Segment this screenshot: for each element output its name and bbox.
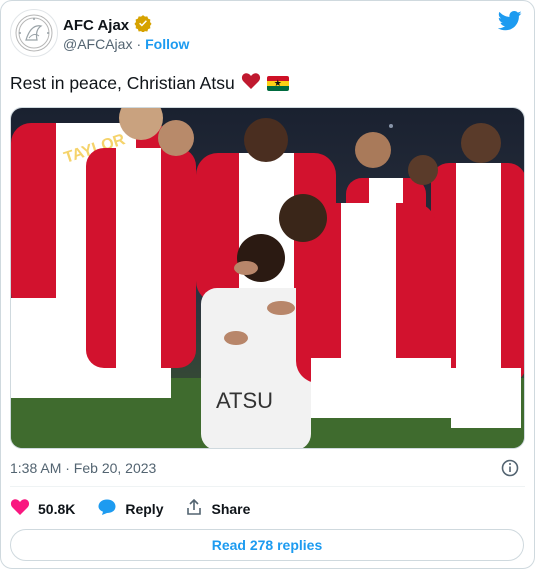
handle-row: @AFCAjax · Follow — [63, 36, 189, 52]
twitter-bird-icon[interactable] — [497, 11, 522, 36]
read-replies-button[interactable]: Read 278 replies — [10, 529, 524, 561]
handle[interactable]: @AFCAjax — [63, 36, 132, 52]
player-left-2 — [86, 120, 196, 368]
follow-button[interactable]: Follow — [145, 36, 189, 52]
share-label: Share — [211, 500, 251, 517]
timestamp[interactable]: 1:38 AM · Feb 20, 2023 — [10, 460, 156, 476]
ajax-logo-avatar[interactable] — [10, 9, 58, 57]
like-count: 50.8K — [38, 500, 76, 517]
display-name[interactable]: AFC Ajax — [63, 17, 129, 34]
like-button[interactable]: 50.8K — [10, 498, 75, 519]
action-bar: 50.8K Reply Share — [10, 498, 272, 519]
separator: · — [136, 36, 142, 52]
tweet-card: AFC Ajax @AFCAjax · Follow Rest in peace… — [0, 0, 535, 569]
tweet-photo[interactable]: TAYLOR ATSU — [10, 107, 525, 449]
name-row: AFC Ajax — [63, 14, 152, 37]
heart-icon — [10, 498, 30, 519]
share-upload-icon — [185, 498, 203, 519]
tweet-text: Rest in peace, Christian Atsu — [10, 73, 235, 93]
ghana-flag-icon: ★ — [266, 76, 289, 91]
reply-label: Reply — [125, 500, 164, 517]
verified-badge-icon — [134, 14, 152, 37]
reply-button[interactable]: Reply — [97, 498, 163, 519]
info-icon[interactable] — [501, 459, 519, 482]
shirt-text: ATSU — [216, 388, 273, 413]
divider — [10, 486, 525, 487]
red-heart-icon — [241, 72, 261, 95]
reply-bubble-icon — [97, 498, 117, 519]
tweet-text-row: Rest in peace, Christian Atsu ★ — [10, 72, 289, 95]
player-right-3 — [408, 155, 438, 185]
share-button[interactable]: Share — [185, 498, 250, 519]
